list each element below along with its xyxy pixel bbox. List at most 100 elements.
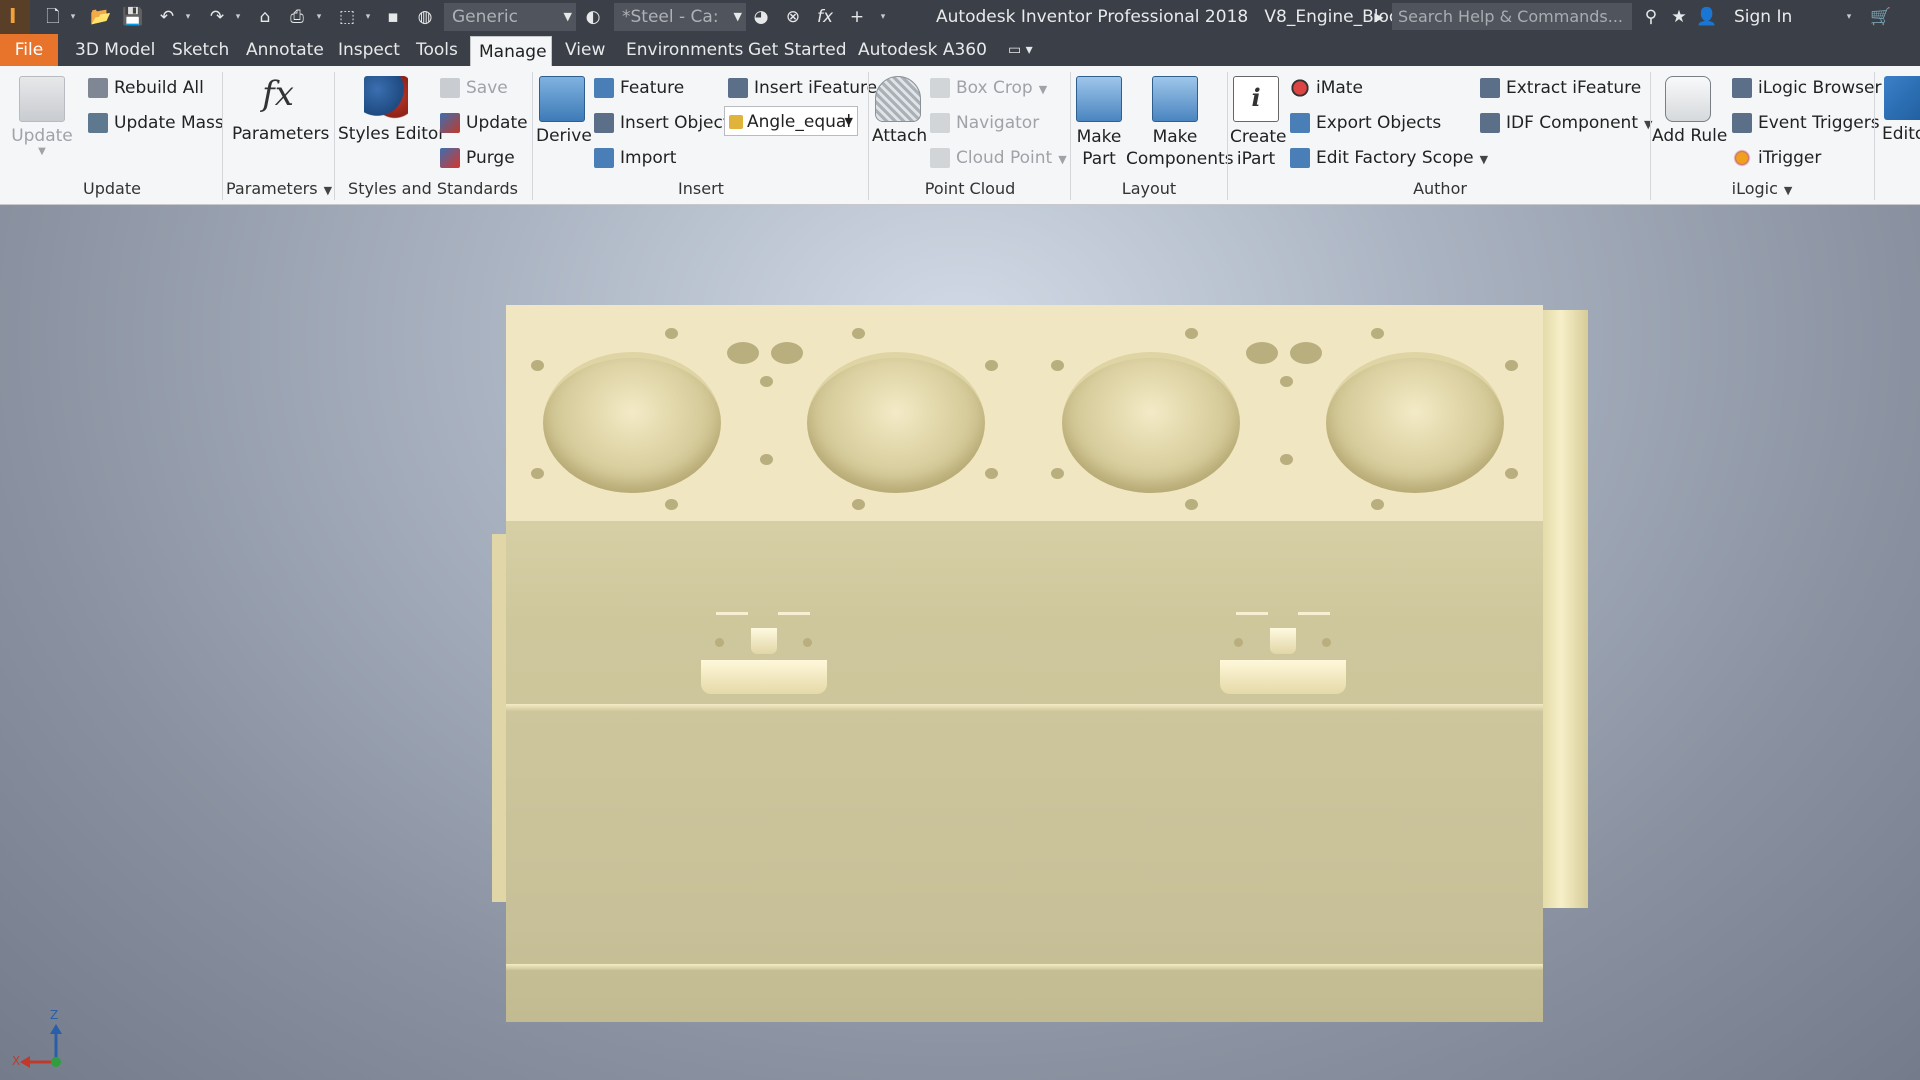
undo-icon[interactable]: ↶ — [156, 6, 178, 28]
engine-block-side-left — [492, 534, 506, 902]
hammer-icon — [88, 78, 108, 98]
app-menu-button[interactable]: I — [0, 0, 30, 34]
derive-label: Derive — [536, 126, 592, 146]
new-icon[interactable]: 🗋 — [42, 6, 64, 28]
imate-button[interactable]: iMate — [1290, 74, 1363, 102]
save-styles-button[interactable]: Save — [440, 74, 508, 102]
sign-in-link[interactable]: Sign In — [1734, 0, 1792, 34]
save-icon[interactable]: 💾 — [122, 6, 144, 28]
boss-hole — [715, 638, 724, 647]
rebuild-all-button[interactable]: Rebuild All — [88, 74, 204, 102]
box-crop-button[interactable]: Box Crop ▼ — [930, 74, 1047, 102]
tab-environments[interactable]: Environments — [618, 34, 751, 66]
purge-button[interactable]: Purge — [440, 144, 515, 172]
feature-button[interactable]: Feature — [594, 74, 684, 102]
web-icon[interactable]: ◍ — [414, 6, 436, 28]
derive-button[interactable]: Derive — [536, 72, 592, 172]
box-crop-label: Box Crop — [956, 78, 1033, 98]
user-icon[interactable]: 👤 — [1696, 6, 1718, 28]
bolt-hole — [1371, 499, 1384, 510]
cloud-point-button[interactable]: Cloud Point ▼ — [930, 144, 1067, 172]
idf-component-button[interactable]: IDF Component ▼ — [1480, 109, 1652, 137]
attach-button[interactable]: Attach — [872, 72, 927, 172]
update-button[interactable]: Update ▼ — [8, 72, 76, 172]
sign-in-dropdown-icon[interactable]: ▾ — [1844, 6, 1854, 28]
select-dropdown-icon[interactable]: ▾ — [363, 6, 373, 28]
x-axis-label: X — [12, 1054, 21, 1068]
open-icon[interactable]: 📂 — [90, 6, 112, 28]
home-icon[interactable]: ⌂ — [254, 6, 276, 28]
parameter-combo[interactable]: Angle_equal ▼ — [724, 106, 858, 136]
print-icon[interactable]: ⎙ — [286, 6, 308, 28]
idf-component-icon — [1480, 113, 1500, 133]
undo-dropdown-icon[interactable]: ▾ — [183, 6, 193, 28]
search-input[interactable]: Search Help & Commands... — [1392, 3, 1632, 30]
fx-icon[interactable]: fx — [814, 6, 836, 28]
redo-icon[interactable]: ↷ — [206, 6, 228, 28]
window-title: Autodesk Inventor Professional 2018 V8_E… — [936, 0, 1408, 34]
tab-file[interactable]: File — [0, 34, 58, 66]
expand-arrow-icon[interactable]: ▶ — [1368, 6, 1390, 28]
bolt-hole — [1185, 499, 1198, 510]
tab-manage[interactable]: Manage — [470, 36, 552, 66]
export-objects-button[interactable]: Export Objects — [1290, 109, 1441, 137]
parameters-label: Parameters — [232, 124, 330, 144]
styles-editor-button[interactable]: Styles Editor — [338, 72, 445, 172]
panel-separator — [334, 72, 335, 200]
print-dropdown-icon[interactable]: ▾ — [314, 6, 324, 28]
insert-ifeature-button[interactable]: Insert iFeature — [728, 74, 877, 102]
color-override-icon[interactable]: ◐ — [582, 6, 604, 28]
tab-autodesk-a360[interactable]: Autodesk A360 — [850, 34, 995, 66]
insert-object-button[interactable]: Insert Object — [594, 109, 730, 137]
panel-title-parameters[interactable]: Parameters ▼ — [226, 178, 332, 200]
appearance-combo[interactable]: Generic ▼ — [444, 3, 576, 31]
tab-tools[interactable]: Tools — [408, 34, 466, 66]
update-mass-button[interactable]: Update Mass — [88, 109, 224, 137]
navigator-button[interactable]: Navigator — [930, 109, 1039, 137]
adjust-icon[interactable]: ◕ — [750, 6, 772, 28]
plus-icon[interactable]: + — [846, 6, 868, 28]
editor-button[interactable]: Edito — [1878, 72, 1920, 172]
select-icon[interactable]: ⬚ — [336, 6, 358, 28]
cart-icon[interactable]: 🛒 — [1870, 6, 1892, 28]
panel-title-ilogic[interactable]: iLogic ▼ — [1652, 178, 1872, 200]
make-part-button[interactable]: Make Part — [1074, 72, 1124, 182]
binoculars-icon[interactable]: ⚲ — [1640, 6, 1662, 28]
ilogic-browser-button[interactable]: iLogic Browser — [1732, 74, 1881, 102]
engine-block-side-right — [1543, 310, 1588, 908]
chevron-down-icon: ▼ — [563, 10, 572, 23]
tab-get-started[interactable]: Get Started — [740, 34, 854, 66]
camera-icon[interactable]: ▭ ▾ — [1008, 40, 1052, 60]
make-components-button[interactable]: Make Components — [1126, 72, 1234, 182]
new-dropdown-icon[interactable]: ▾ — [68, 6, 78, 28]
create-ipart-button[interactable]: i Create iPart — [1230, 72, 1287, 182]
update-doc-icon[interactable]: ▪ — [382, 6, 404, 28]
itrigger-button[interactable]: iTrigger — [1732, 144, 1821, 172]
edit-factory-scope-button[interactable]: Edit Factory Scope ▼ — [1290, 144, 1488, 172]
boss-stem — [1270, 628, 1296, 654]
star-icon[interactable]: ★ — [1668, 6, 1690, 28]
clear-appearance-icon[interactable]: ⊗ — [782, 6, 804, 28]
tab-annotate[interactable]: Annotate — [238, 34, 332, 66]
import-button[interactable]: Import — [594, 144, 676, 172]
fx-icon: fx — [262, 74, 294, 114]
update-styles-button[interactable]: Update — [440, 109, 528, 137]
boss-stem — [751, 628, 777, 654]
insert-object-icon — [594, 113, 614, 133]
tab-3d-model[interactable]: 3D Model — [67, 34, 163, 66]
make-part-label-2: Part — [1082, 149, 1116, 169]
tab-inspect[interactable]: Inspect — [330, 34, 408, 66]
extract-ifeature-button[interactable]: Extract iFeature — [1480, 74, 1641, 102]
update-label: Update — [11, 126, 73, 146]
feature-label: Feature — [620, 78, 685, 98]
add-rule-button[interactable]: Add Rule — [1652, 72, 1727, 172]
info-icon: i — [1233, 76, 1279, 122]
redo-dropdown-icon[interactable]: ▾ — [233, 6, 243, 28]
material-combo[interactable]: *Steel - Ca: ▼ — [614, 3, 746, 31]
update-styles-label: Update — [466, 113, 528, 133]
tab-sketch[interactable]: Sketch — [164, 34, 237, 66]
event-triggers-button[interactable]: Event Triggers — [1732, 109, 1880, 137]
parameters-button[interactable]: fx Parameters — [232, 72, 330, 172]
customize-dropdown-icon[interactable]: ▾ — [878, 6, 888, 28]
tab-view[interactable]: View — [557, 34, 613, 66]
